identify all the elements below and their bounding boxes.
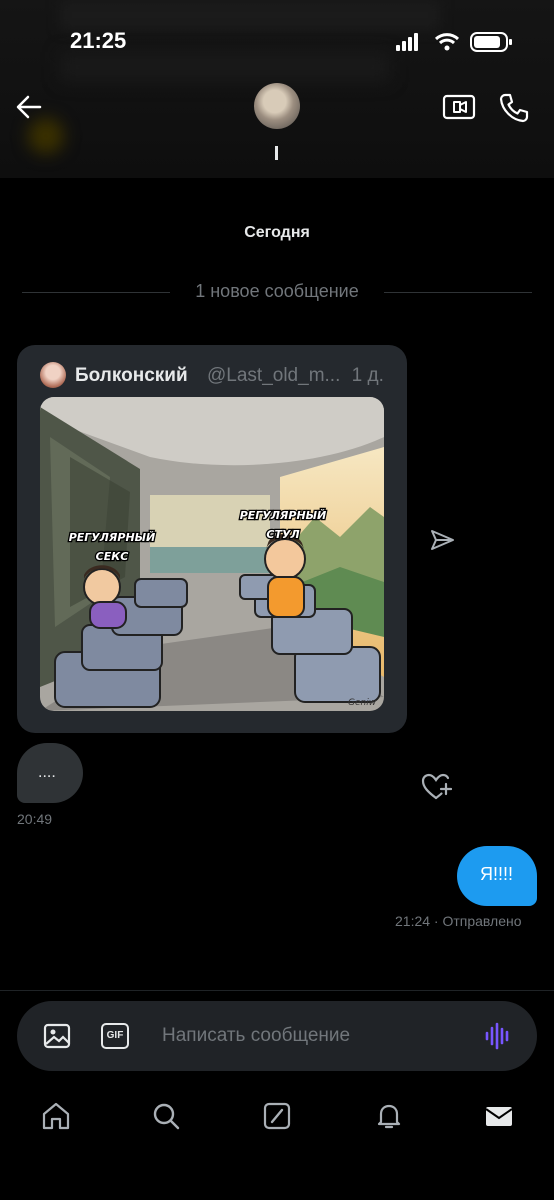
meme-label-right-1: РЕГУЛЯРНЫЙ	[240, 509, 327, 522]
meme-label-left-2: СЕКС	[96, 550, 129, 563]
message-input[interactable]: Написать сообщение	[162, 1025, 350, 1047]
blurred-background	[60, 0, 440, 30]
post-age: 1 д.	[351, 365, 384, 386]
messages-icon[interactable]	[483, 1100, 515, 1132]
composer-divider	[0, 990, 554, 991]
voice-wave-icon[interactable]	[484, 1022, 512, 1050]
status-icons	[396, 32, 512, 52]
image-icon[interactable]	[43, 1022, 71, 1050]
post-image[interactable]: РЕГУЛЯРНЫЙ СЕКС РЕГУЛЯРНЫЙ СТУЛ Geniw	[40, 397, 384, 711]
outgoing-message-status: 21:24 · Отправлено	[395, 913, 522, 929]
send-icon[interactable]	[428, 526, 456, 554]
heart-plus-icon[interactable]	[420, 771, 452, 803]
grok-icon[interactable]	[261, 1100, 293, 1132]
notifications-icon[interactable]	[373, 1100, 405, 1132]
meme-label-right-2: СТУЛ	[266, 528, 299, 541]
search-icon[interactable]	[150, 1100, 182, 1132]
phone-icon[interactable]	[498, 92, 530, 124]
incoming-message-text: ....	[38, 764, 56, 781]
gif-icon[interactable]: GIF	[101, 1023, 129, 1049]
outgoing-message-text: Я!!!!	[480, 864, 514, 884]
blurred-background	[28, 118, 64, 154]
bottom-tab-bar	[0, 1078, 554, 1200]
incoming-message-time: 20:49	[17, 811, 53, 827]
contact-name[interactable]	[275, 146, 278, 160]
date-separator: Сегодня	[244, 224, 310, 241]
post-author-handle: @Last_old_m... 1 д.	[207, 365, 384, 387]
meme-illustration: РЕГУЛЯРНЫЙ СЕКС РЕГУЛЯРНЫЙ СТУЛ Geniw	[40, 397, 384, 711]
blurred-background	[60, 52, 390, 82]
post-handle-text: @Last_old_m...	[207, 365, 341, 386]
gif-label: GIF	[106, 1030, 124, 1041]
arrow-left-icon[interactable]	[14, 92, 44, 122]
avatar[interactable]	[254, 83, 300, 129]
meme-label-left-1: РЕГУЛЯРНЫЙ	[69, 531, 156, 544]
new-messages-label: 1 новое сообщение	[195, 281, 359, 301]
post-author-name[interactable]: Болконский	[75, 365, 188, 387]
video-call-icon[interactable]	[442, 92, 476, 122]
home-icon[interactable]	[40, 1100, 72, 1132]
meme-signature: Geniw	[348, 698, 377, 708]
status-time: 21:25	[70, 28, 127, 53]
post-author-avatar[interactable]	[40, 362, 66, 388]
